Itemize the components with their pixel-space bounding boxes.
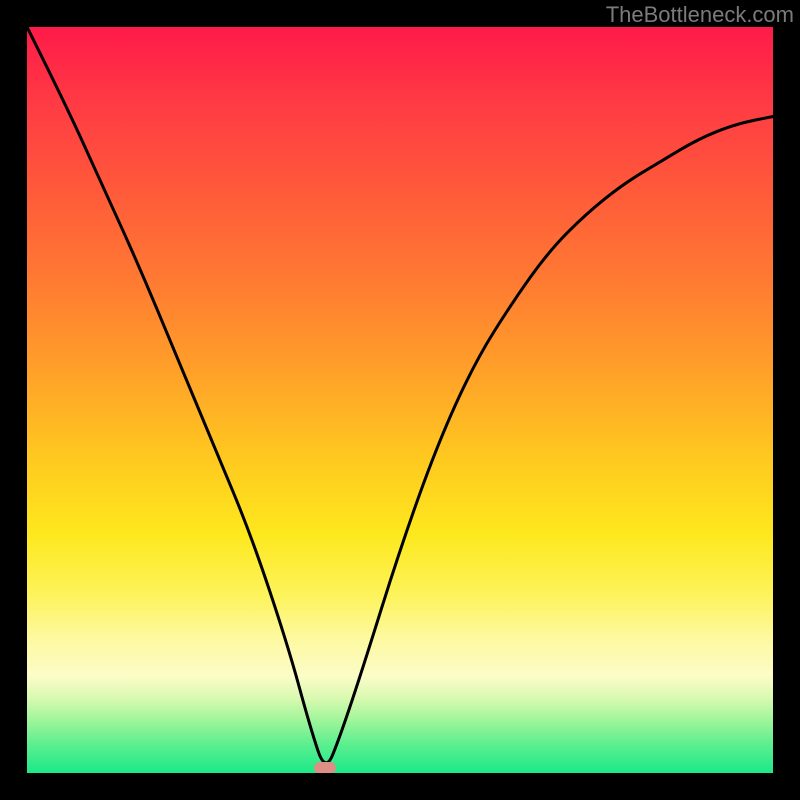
minimum-marker (314, 762, 336, 773)
watermark-text: TheBottleneck.com (606, 2, 794, 28)
chart-frame: TheBottleneck.com (0, 0, 800, 800)
plot-area (27, 27, 773, 773)
bottleneck-curve (27, 27, 773, 773)
